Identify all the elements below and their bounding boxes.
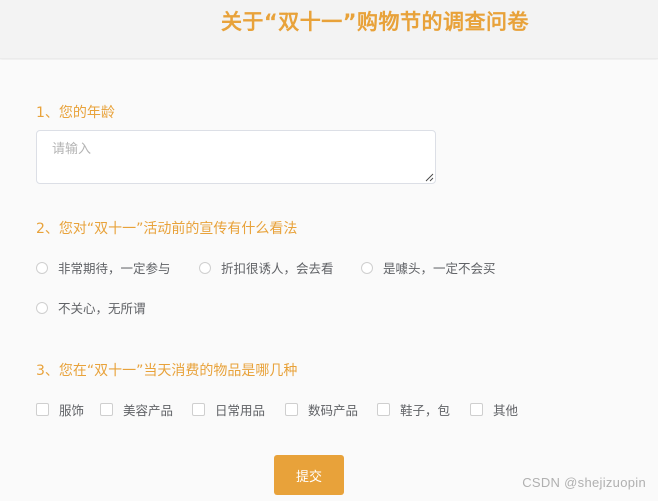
radio-option-label: 是噱头，一定不会买: [383, 261, 496, 276]
checkbox-icon[interactable]: [470, 403, 483, 416]
survey-form: 1、您的年龄 2、您对“双十一”活动前的宣传有什么看法 非常期待，一定参与 折扣…: [0, 60, 658, 501]
page-title: 关于“双十一”购物节的调查问卷: [220, 10, 530, 34]
checkbox-option-6[interactable]: 其他: [470, 400, 518, 419]
checkbox-option-label: 鞋子，包: [400, 403, 451, 418]
radio-circle-icon[interactable]: [361, 261, 373, 274]
checkbox-icon[interactable]: [36, 403, 49, 416]
checkbox-option-2[interactable]: 美容产品: [100, 400, 173, 419]
checkbox-option-1[interactable]: 服饰: [36, 400, 84, 419]
radio-circle-icon[interactable]: [36, 261, 48, 274]
checkbox-icon[interactable]: [192, 403, 205, 416]
radio-option-2[interactable]: 折扣很诱人，会去看: [199, 258, 334, 277]
question-3-label: 3、您在“双十一”当天消费的物品是哪几种: [36, 363, 298, 379]
radio-option-3[interactable]: 是噱头，一定不会买: [361, 258, 496, 277]
radio-option-1[interactable]: 非常期待，一定参与: [36, 258, 171, 277]
radio-option-label: 非常期待，一定参与: [58, 261, 171, 276]
radio-circle-icon[interactable]: [199, 261, 211, 274]
checkbox-option-label: 日常用品: [215, 403, 266, 418]
radio-option-label: 折扣很诱人，会去看: [221, 261, 334, 276]
checkbox-option-4[interactable]: 数码产品: [285, 400, 358, 419]
checkbox-icon[interactable]: [377, 403, 390, 416]
page-header: 关于“双十一”购物节的调查问卷: [0, 0, 658, 59]
checkbox-option-label: 美容产品: [123, 403, 174, 418]
age-input[interactable]: [36, 130, 436, 184]
checkbox-option-5[interactable]: 鞋子，包: [377, 400, 450, 419]
question-2-label: 2、您对“双十一”活动前的宣传有什么看法: [36, 221, 298, 237]
checkbox-icon[interactable]: [285, 403, 298, 416]
watermark: CSDN @shejizuopin: [522, 475, 646, 490]
checkbox-option-label: 其他: [493, 403, 519, 418]
radio-option-label: 不关心，无所谓: [58, 301, 146, 316]
checkbox-icon[interactable]: [100, 403, 113, 416]
radio-circle-icon[interactable]: [36, 301, 48, 314]
submit-button[interactable]: 提交: [274, 455, 344, 495]
checkbox-option-label: 服饰: [59, 403, 85, 418]
radio-option-4[interactable]: 不关心，无所谓: [36, 298, 146, 317]
question-1-label: 1、您的年龄: [36, 105, 115, 121]
checkbox-option-label: 数码产品: [308, 403, 359, 418]
checkbox-option-3[interactable]: 日常用品: [192, 400, 265, 419]
